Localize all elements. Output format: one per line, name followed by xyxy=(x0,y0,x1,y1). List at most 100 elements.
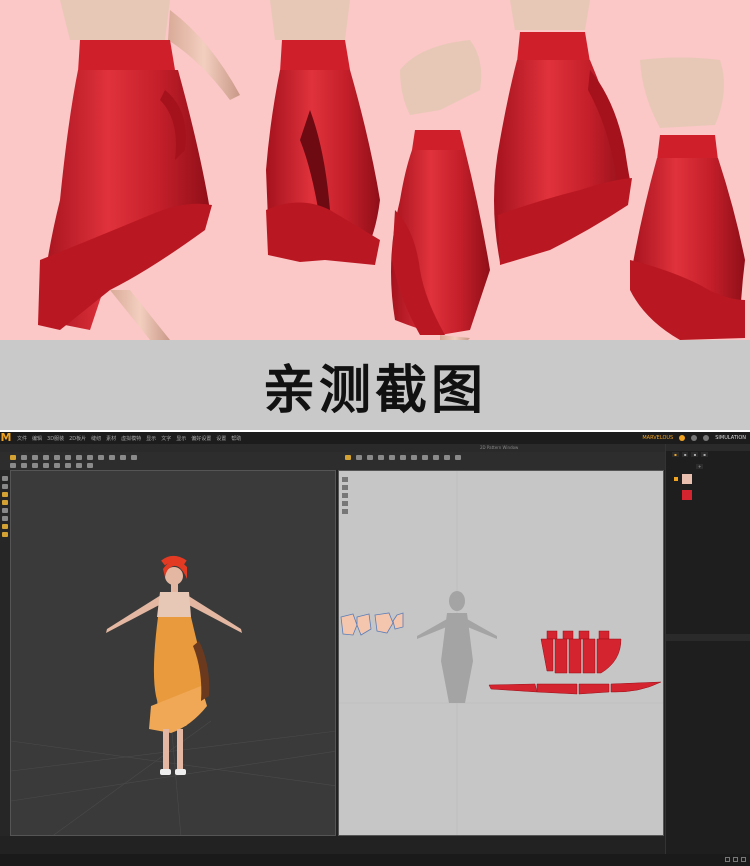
pattern-dart-icon[interactable] xyxy=(400,454,406,460)
menu-item[interactable]: 编辑 xyxy=(32,435,42,442)
pattern-graphic-icon[interactable] xyxy=(444,454,450,460)
fold-tool-icon[interactable] xyxy=(32,454,38,460)
view-tool-icon[interactable] xyxy=(87,462,93,468)
tab-fabric[interactable]: ▪ xyxy=(672,452,679,457)
move-tool-icon[interactable] xyxy=(21,454,27,460)
pattern-scene xyxy=(339,471,663,835)
select-tool-icon[interactable] xyxy=(10,454,16,460)
garment-display-icon[interactable] xyxy=(2,500,8,505)
menu-item[interactable]: 帮助 xyxy=(231,435,241,442)
layout-icon[interactable] xyxy=(725,857,730,862)
add-row: + xyxy=(696,464,704,469)
pattern-circle-icon[interactable] xyxy=(389,454,395,460)
top-pattern-pieces xyxy=(340,612,404,636)
toolbar-row-2 xyxy=(10,461,93,469)
3d-side-toolbar xyxy=(0,470,10,836)
tack-tool-icon[interactable] xyxy=(43,454,49,460)
render-figure-2 xyxy=(266,0,380,265)
pattern-edit-icon[interactable] xyxy=(356,454,362,460)
menu-item[interactable]: 文字 xyxy=(161,435,171,442)
tab-button[interactable]: ▪ xyxy=(681,452,689,457)
pattern-sewing-icon[interactable] xyxy=(422,454,428,460)
menu-item[interactable]: 缝纫 xyxy=(91,435,101,442)
measure-tool-icon[interactable] xyxy=(65,454,71,460)
menu-item[interactable]: 3D服装 xyxy=(47,435,64,442)
object-browser-header xyxy=(666,444,750,451)
user-icon[interactable] xyxy=(703,435,710,441)
pattern-window-title: 2D Pattern Window xyxy=(480,445,519,450)
settings-icon[interactable] xyxy=(691,435,698,441)
layout-icon[interactable] xyxy=(733,857,738,862)
menu-item[interactable]: 虚拟模特 xyxy=(121,435,141,442)
2d-pattern-viewport[interactable] xyxy=(338,470,664,836)
avatar-tool-icon[interactable] xyxy=(98,454,104,460)
menu-item[interactable]: 偏好设置 xyxy=(191,435,211,442)
view-tool-icon[interactable] xyxy=(65,462,71,468)
menu-item[interactable]: 设置 xyxy=(216,435,226,442)
texture-display-icon[interactable] xyxy=(2,508,8,513)
menu-bar: M 文件 编辑 3D服装 2D板片 缝纫 素材 虚拟模特 显示 文字 显示 偏好… xyxy=(0,432,750,444)
pattern-polygon-icon[interactable] xyxy=(367,454,373,460)
cloud-icon[interactable] xyxy=(679,435,686,441)
toolbar-row-1 xyxy=(10,453,137,461)
grid-icon[interactable] xyxy=(2,484,8,489)
banner-title: 亲测截图 xyxy=(262,360,487,421)
view-tool-icon[interactable] xyxy=(54,462,60,468)
pattern-annotate-icon[interactable] xyxy=(455,454,461,460)
avatar-silhouette xyxy=(417,591,497,703)
pin-tool-icon[interactable] xyxy=(54,454,60,460)
ground-grid xyxy=(11,720,335,835)
selected-marker-icon xyxy=(674,477,678,481)
status-right xyxy=(725,857,746,862)
property-editor-header xyxy=(666,634,750,641)
pattern-rectangle-icon[interactable] xyxy=(378,454,384,460)
skirt-renders xyxy=(38,0,745,340)
avatar-display-icon[interactable] xyxy=(2,492,8,497)
add-fabric-button[interactable]: + xyxy=(696,464,704,469)
skirt-pattern-pieces xyxy=(488,630,662,695)
menu-right: MARVELOUS SIMULATION xyxy=(642,432,746,444)
view-tool-icon[interactable] xyxy=(76,462,82,468)
avatar-model xyxy=(106,556,242,775)
camera-icon[interactable] xyxy=(2,524,8,529)
layout-icon[interactable] xyxy=(741,857,746,862)
view-tool-icon[interactable] xyxy=(43,462,49,468)
light-icon[interactable] xyxy=(2,532,8,537)
render-figure-1 xyxy=(38,0,240,340)
view-tool-icon[interactable] xyxy=(32,462,38,468)
hero-render-image xyxy=(0,0,750,340)
menu-item[interactable]: 文件 xyxy=(17,435,27,442)
render-figure-4 xyxy=(494,0,632,265)
pattern-toolbar-row-1 xyxy=(345,453,461,461)
pattern-texture-icon[interactable] xyxy=(433,454,439,460)
simulation-mode-label[interactable]: SIMULATION xyxy=(715,435,746,441)
pattern-seam-icon[interactable] xyxy=(411,454,417,460)
3d-garment-viewport[interactable] xyxy=(10,470,336,836)
menu-item[interactable]: 显示 xyxy=(146,435,156,442)
brand-label: MARVELOUS xyxy=(642,435,674,441)
fabric-swatch-1[interactable] xyxy=(682,474,692,484)
view-tool-icon[interactable] xyxy=(10,462,16,468)
fabric-swatch-2[interactable] xyxy=(682,490,692,500)
banner: 亲测截图 xyxy=(0,340,750,430)
zipper-tool-icon[interactable] xyxy=(120,454,126,460)
logo-icon[interactable]: M xyxy=(0,432,12,444)
texture-tool-icon[interactable] xyxy=(87,454,93,460)
sewing-tool-icon[interactable] xyxy=(76,454,82,460)
3d-scene xyxy=(11,556,335,835)
view-tool-icon[interactable] xyxy=(21,462,27,468)
menu-item[interactable]: 2D板片 xyxy=(69,435,86,442)
pattern-tool-icon[interactable] xyxy=(109,454,115,460)
layer-icon[interactable] xyxy=(2,476,8,481)
object-browser-tabs: ▪ ▪ ▪ ▪ xyxy=(672,452,708,457)
button-tool-icon[interactable] xyxy=(131,454,137,460)
status-bar xyxy=(0,854,750,866)
menu-item[interactable]: 显示 xyxy=(176,435,186,442)
tab-buttonhole[interactable]: ▪ xyxy=(691,452,699,457)
render-figure-5 xyxy=(630,57,745,340)
menu-item[interactable]: 素材 xyxy=(106,435,116,442)
tab-topstitch[interactable]: ▪ xyxy=(701,452,708,457)
pattern-select-icon[interactable] xyxy=(345,454,351,460)
toolbar xyxy=(0,452,665,470)
seam-display-icon[interactable] xyxy=(2,516,8,521)
